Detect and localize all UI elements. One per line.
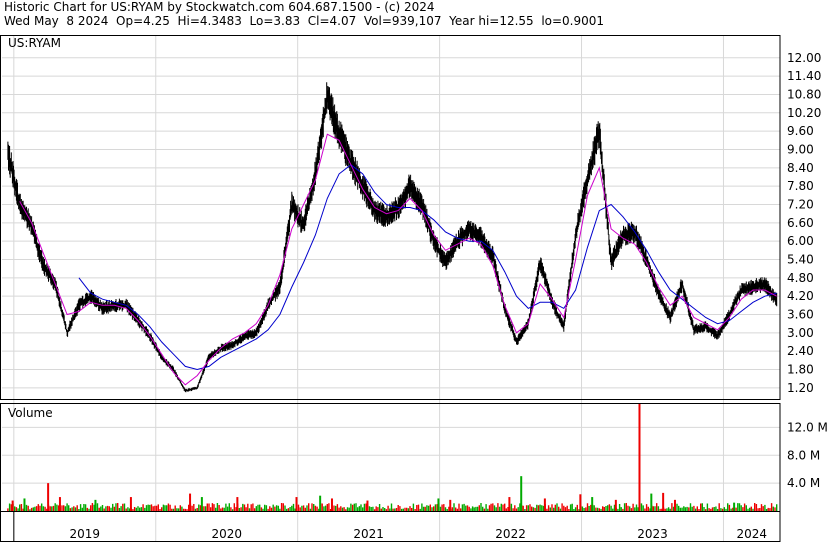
price-tick-label: 2.40 <box>787 344 814 358</box>
volume-bars <box>7 403 778 511</box>
volume-tick-label: 4.0 M <box>787 476 820 490</box>
moving-average-long-line <box>78 164 777 371</box>
year-tick-label: 2021 <box>353 527 384 541</box>
price-tick-label: 3.00 <box>787 326 814 340</box>
price-tick-label: 5.40 <box>787 252 814 266</box>
price-tick-label: 11.40 <box>787 69 821 83</box>
price-panel-title: US:RYAM <box>8 36 61 50</box>
chart-canvas: 12.00 11.40 10.80 10.20 9.60 9.00 8.40 7.80 7.20… <box>0 35 828 542</box>
year-tick-label: 2024 <box>736 527 767 541</box>
price-tick-label: 7.80 <box>787 179 814 193</box>
price-tick-label: 1.80 <box>787 362 814 376</box>
axis-labels: 12.00 11.40 10.80 10.20 9.60 9.00 8.40 7.80 7.20… <box>8 36 828 541</box>
year-tick-label: 2022 <box>495 527 526 541</box>
grid-layer <box>2 35 780 541</box>
price-tick-label: 7.20 <box>787 197 814 211</box>
volume-tick-label: 8.0 M <box>787 448 820 462</box>
price-tick-label: 4.80 <box>787 271 814 285</box>
price-bars <box>7 82 778 393</box>
price-tick-label: 4.20 <box>787 289 814 303</box>
price-tick-label: 9.60 <box>787 124 814 138</box>
price-tick-label: 12.00 <box>787 51 821 65</box>
price-tick-label: 10.80 <box>787 87 821 101</box>
price-tick-label: 6.00 <box>787 234 814 248</box>
volume-panel-title: Volume <box>8 406 53 420</box>
price-tick-label: 8.40 <box>787 161 814 175</box>
price-tick-label: 1.20 <box>787 381 814 395</box>
price-tick-label: 6.60 <box>787 216 814 230</box>
price-tick-label: 9.00 <box>787 142 814 156</box>
year-tick-label: 2023 <box>637 527 668 541</box>
stock-chart: Historic Chart for US:RYAM by Stockwatch… <box>0 0 830 543</box>
year-tick-label: 2019 <box>70 527 101 541</box>
price-tick-label: 3.60 <box>787 307 814 321</box>
price-tick-label: 10.20 <box>787 106 821 120</box>
year-tick-label: 2020 <box>211 527 242 541</box>
price-series <box>7 82 778 393</box>
volume-tick-label: 12.0 M <box>787 420 828 434</box>
chart-frame <box>0 35 781 542</box>
